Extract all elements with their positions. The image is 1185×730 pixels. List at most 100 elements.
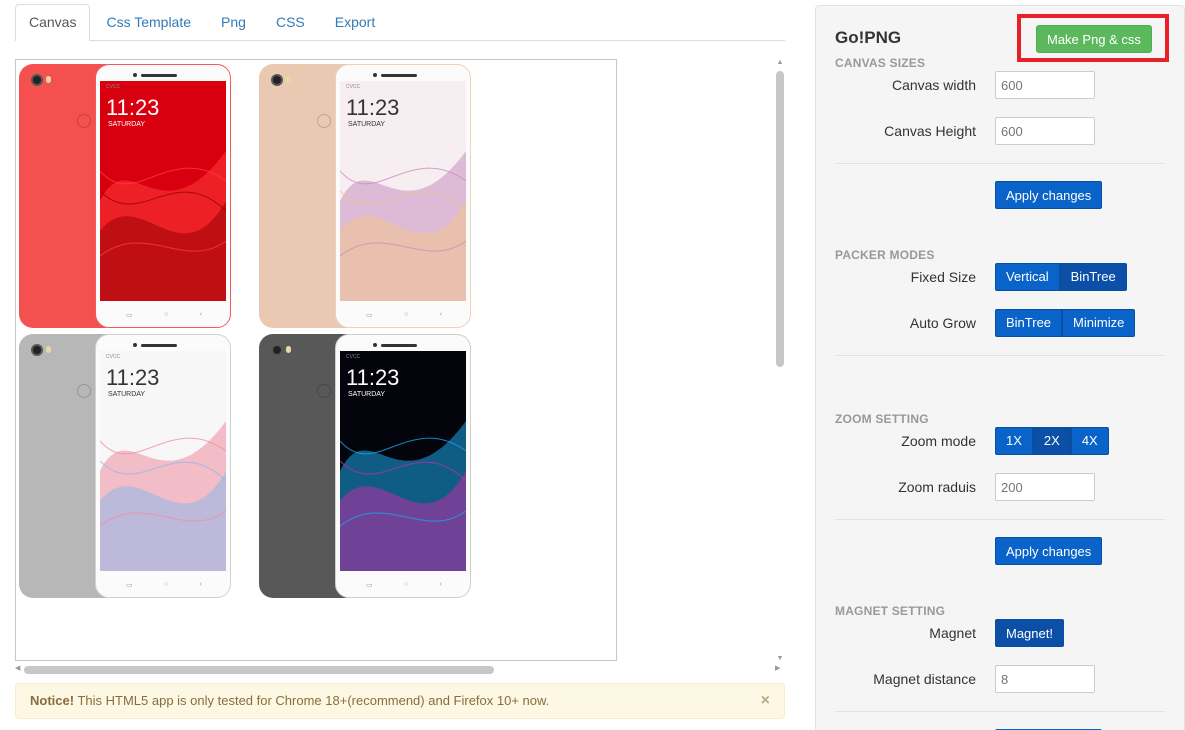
front-camera-icon	[373, 73, 377, 77]
tab-png[interactable]: Png	[207, 4, 260, 40]
scroll-right-arrow-icon[interactable]: ▶	[775, 664, 780, 672]
settings-panel: Go!PNG Make Png & css CANVAS SIZES Canva…	[815, 5, 1185, 730]
camera-lens-icon	[271, 344, 283, 356]
camera-lens-icon	[31, 344, 43, 356]
front-camera-icon	[373, 343, 377, 347]
fingerprint-sensor-icon	[77, 384, 91, 398]
divider	[835, 519, 1165, 520]
scroll-up-arrow-icon[interactable]: ▲	[776, 59, 784, 66]
tab-css[interactable]: CSS	[262, 4, 319, 40]
zoom-1x-button[interactable]: 1X	[995, 427, 1033, 455]
fixed-size-vertical-button[interactable]: Vertical	[995, 263, 1060, 291]
status-bar-text: CVCC	[106, 354, 121, 360]
home-icon: ○	[164, 311, 169, 318]
menu-icon: ▭	[126, 312, 133, 319]
phone-screen: CVCC 11:23 SATURDAY	[340, 351, 466, 571]
home-icon: ○	[404, 311, 409, 318]
front-camera-icon	[133, 343, 137, 347]
vertical-scrollbar[interactable]: ▲ ▼	[775, 59, 785, 667]
menu-icon: ▭	[366, 582, 373, 589]
lockscreen-clock: 11:23	[106, 365, 160, 390]
back-icon: ‹	[439, 311, 442, 318]
magnet-distance-input[interactable]	[995, 665, 1095, 693]
apply-zoom-button[interactable]: Apply changes	[995, 537, 1103, 565]
notice-text: This HTML5 app is only tested for Chrome…	[77, 693, 550, 708]
divider	[835, 711, 1165, 712]
auto-grow-minimize-button[interactable]: Minimize	[1062, 309, 1136, 337]
back-icon: ‹	[439, 581, 442, 588]
menu-icon: ▭	[366, 312, 373, 319]
notice-strong: Notice!	[30, 693, 75, 708]
phone-dark[interactable]: CVCC 11:23 SATURDAY ▭ ○ ‹	[257, 332, 471, 600]
horizontal-scrollbar[interactable]: ◀ ▶	[15, 664, 785, 674]
phone-front: CVCC 11:23 SATURDAY ▭ ○ ‹	[335, 334, 471, 598]
phone-silver[interactable]: CVCC 11:23 SATURDAY ▭ ○ ‹	[17, 332, 231, 600]
app-title: Go!PNG	[835, 28, 902, 47]
packer-modes-heading: PACKER MODES	[835, 248, 935, 262]
lockscreen-day: SATURDAY	[108, 121, 146, 128]
canvas-width-input[interactable]	[995, 71, 1095, 99]
flash-icon	[46, 76, 51, 83]
canvas-sizes-heading: CANVAS SIZES	[835, 56, 926, 70]
phone-red[interactable]: CVCC 11:23 SATURDAY ▭ ○ ‹	[17, 62, 231, 330]
home-icon: ○	[404, 581, 409, 588]
scroll-down-arrow-icon[interactable]: ▼	[776, 655, 784, 662]
zoom-2x-button[interactable]: 2X	[1032, 427, 1071, 455]
speaker-icon	[381, 74, 417, 77]
tab-bar: Canvas Css Template Png CSS Export	[15, 4, 785, 41]
phone-screen: CVCC 11:23 SATURDAY	[340, 81, 466, 301]
back-icon: ‹	[199, 311, 202, 318]
auto-grow-button-group: BinTree Minimize	[995, 309, 1136, 337]
front-camera-icon	[133, 73, 137, 77]
auto-grow-label: Auto Grow	[909, 315, 976, 331]
phone-nav-bar: ▭ ○ ‹	[126, 311, 202, 321]
fixed-size-button-group: Vertical BinTree	[995, 263, 1127, 291]
phone-nav-bar: ▭ ○ ‹	[126, 581, 202, 591]
auto-grow-bintree-button[interactable]: BinTree	[995, 309, 1063, 337]
camera-lens-icon	[31, 74, 43, 86]
lockscreen-clock: 11:23	[346, 95, 400, 120]
menu-icon: ▭	[126, 582, 133, 589]
highlight-box	[1017, 14, 1169, 62]
speaker-icon	[141, 74, 177, 77]
status-bar-text: CVCC	[346, 354, 361, 360]
tab-export[interactable]: Export	[321, 4, 389, 40]
horizontal-scroll-thumb[interactable]	[24, 666, 494, 674]
home-icon: ○	[164, 581, 169, 588]
apply-canvas-size-button[interactable]: Apply changes	[995, 181, 1103, 209]
tab-css-template[interactable]: Css Template	[92, 4, 205, 40]
phone-front: CVCC 11:23 SATURDAY ▭ ○ ‹	[335, 64, 471, 328]
fingerprint-sensor-icon	[317, 114, 331, 128]
vertical-scroll-thumb[interactable]	[776, 71, 784, 367]
fingerprint-sensor-icon	[317, 384, 331, 398]
flash-icon	[46, 346, 51, 353]
phone-screen: CVCC 11:23 SATURDAY	[100, 81, 226, 301]
flash-icon	[286, 76, 291, 83]
magnet-distance-label: Magnet distance	[873, 671, 976, 687]
zoom-4x-button[interactable]: 4X	[1070, 427, 1109, 455]
fixed-size-label: Fixed Size	[910, 269, 976, 285]
scroll-left-arrow-icon[interactable]: ◀	[15, 664, 20, 672]
status-bar-text: CVCC	[346, 84, 361, 90]
divider	[835, 163, 1165, 164]
canvas-height-label: Canvas Height	[884, 123, 976, 139]
sprite-canvas[interactable]: CVCC 11:23 SATURDAY ▭ ○ ‹ CVCC 11:23 SAT…	[15, 59, 617, 661]
phone-nav-bar: ▭ ○ ‹	[366, 311, 442, 321]
tab-canvas[interactable]: Canvas	[15, 4, 91, 41]
speaker-icon	[141, 344, 177, 347]
status-bar-text: CVCC	[106, 84, 121, 90]
phone-gold[interactable]: CVCC 11:23 SATURDAY ▭ ○ ‹	[257, 62, 471, 330]
divider	[835, 355, 1165, 356]
phone-front: CVCC 11:23 SATURDAY ▭ ○ ‹	[95, 64, 231, 328]
camera-lens-icon	[271, 74, 283, 86]
lockscreen-day: SATURDAY	[108, 391, 146, 398]
lockscreen-day: SATURDAY	[348, 391, 386, 398]
speaker-icon	[381, 344, 417, 347]
zoom-radius-input[interactable]	[995, 473, 1095, 501]
magnet-button[interactable]: Magnet!	[995, 619, 1064, 647]
fixed-size-bintree-button[interactable]: BinTree	[1059, 263, 1127, 291]
zoom-mode-label: Zoom mode	[901, 433, 976, 449]
canvas-height-input[interactable]	[995, 117, 1095, 145]
magnet-label: Magnet	[929, 625, 976, 641]
close-icon[interactable]: ×	[761, 684, 770, 718]
